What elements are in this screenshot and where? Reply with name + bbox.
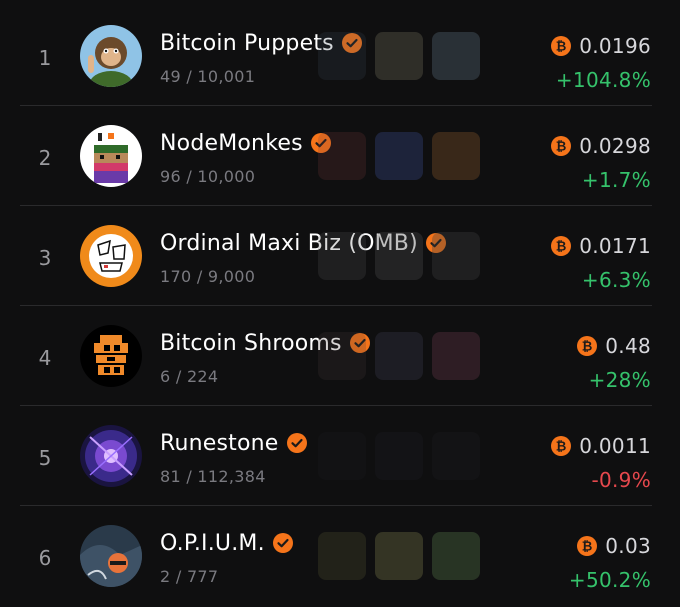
- svg-text:₿: ₿: [582, 540, 593, 555]
- thumbnail-strip: [318, 232, 480, 280]
- nft-thumbnail: [318, 232, 366, 280]
- rank-number: 6: [38, 546, 52, 570]
- nft-thumbnail: [432, 532, 480, 580]
- nft-thumbnail: [375, 332, 423, 380]
- listed-count: 96 / 10,000: [160, 167, 256, 186]
- rank-number: 5: [38, 446, 52, 470]
- floor-price: 0.0196: [579, 34, 651, 58]
- svg-text:₿: ₿: [556, 440, 567, 455]
- bitcoin-icon: ₿: [551, 236, 572, 256]
- collection-name[interactable]: O.P.I.U.M.: [160, 531, 265, 556]
- collection-avatar[interactable]: [80, 125, 142, 187]
- rank-number: 1: [38, 46, 52, 70]
- bitcoin-icon: ₿: [551, 436, 572, 456]
- nft-thumbnail: [318, 432, 366, 480]
- thumbnail-strip: [318, 432, 480, 480]
- rank-number: 4: [38, 346, 52, 370]
- nft-thumbnail: [375, 232, 423, 280]
- thumbnail-strip: [318, 132, 480, 180]
- thumbnail-strip: [318, 332, 480, 380]
- collection-row[interactable]: 3 Ordinal Maxi Biz (OMB) 170 / 9,000 ₿ 0…: [0, 206, 680, 306]
- collection-avatar[interactable]: [80, 325, 142, 387]
- bitcoin-icon: ₿: [551, 136, 572, 156]
- rank-number: 3: [38, 246, 52, 270]
- listed-count: 170 / 9,000: [160, 267, 256, 286]
- nft-thumbnail: [432, 432, 480, 480]
- rank-number: 2: [38, 146, 52, 170]
- collection-name[interactable]: Runestone: [160, 431, 279, 456]
- floor-price: 0.48: [605, 334, 651, 358]
- price-change: +28%: [588, 368, 651, 392]
- verified-badge-icon: [286, 433, 307, 453]
- bitcoin-icon: ₿: [577, 536, 598, 556]
- collection-avatar[interactable]: [80, 25, 142, 87]
- nft-thumbnail: [432, 332, 480, 380]
- collection-row[interactable]: 5 Runestone 81 / 112,384 ₿ 0.0011 -0.9%: [0, 406, 680, 506]
- collection-row[interactable]: 1 Bitcoin Puppets 49 / 10,001 ₿ 0.0196 +…: [0, 6, 680, 106]
- svg-text:₿: ₿: [556, 240, 567, 255]
- collection-row[interactable]: 4 Bitcoin Shrooms 6 / 224 ₿ 0.48 +28%: [0, 306, 680, 406]
- price-change: +6.3%: [581, 268, 651, 292]
- collection-row[interactable]: 6 O.P.I.U.M. 2 / 777 ₿ 0.03 +50.2%: [0, 506, 680, 606]
- price-change: +50.2%: [568, 568, 651, 592]
- svg-text:₿: ₿: [582, 340, 593, 355]
- floor-price: 0.0011: [579, 434, 651, 458]
- listed-count: 49 / 10,001: [160, 67, 256, 86]
- listed-count: 2 / 777: [160, 567, 219, 586]
- floor-price: 0.0298: [579, 134, 651, 158]
- floor-price: 0.0171: [579, 234, 651, 258]
- bitcoin-icon: ₿: [551, 36, 572, 56]
- collection-list: 1 Bitcoin Puppets 49 / 10,001 ₿ 0.0196 +…: [0, 0, 680, 607]
- collection-name[interactable]: Bitcoin Puppets: [160, 31, 334, 56]
- listed-count: 6 / 224: [160, 367, 219, 386]
- nft-thumbnail: [375, 432, 423, 480]
- nft-thumbnail: [318, 32, 366, 80]
- collection-row[interactable]: 2 NodeMonkes 96 / 10,000 ₿ 0.0298 +1.7%: [0, 106, 680, 206]
- nft-thumbnail: [375, 32, 423, 80]
- collection-avatar[interactable]: [80, 225, 142, 287]
- collection-name[interactable]: NodeMonkes: [160, 131, 303, 156]
- nft-thumbnail: [318, 532, 366, 580]
- bitcoin-icon: ₿: [577, 336, 598, 356]
- nft-thumbnail: [318, 132, 366, 180]
- floor-price: 0.03: [605, 534, 651, 558]
- nft-thumbnail: [318, 332, 366, 380]
- price-change: +1.7%: [581, 168, 651, 192]
- svg-text:₿: ₿: [556, 40, 567, 55]
- nft-thumbnail: [432, 32, 480, 80]
- nft-thumbnail: [375, 132, 423, 180]
- nft-thumbnail: [432, 132, 480, 180]
- price-change: -0.9%: [591, 468, 651, 492]
- nft-thumbnail: [432, 232, 480, 280]
- collection-avatar[interactable]: [80, 525, 142, 587]
- thumbnail-strip: [318, 532, 480, 580]
- price-change: +104.8%: [555, 68, 651, 92]
- collection-name[interactable]: Bitcoin Shrooms: [160, 331, 342, 356]
- verified-badge-icon: [272, 533, 293, 553]
- listed-count: 81 / 112,384: [160, 467, 266, 486]
- svg-text:₿: ₿: [556, 140, 567, 155]
- thumbnail-strip: [318, 32, 480, 80]
- nft-thumbnail: [375, 532, 423, 580]
- collection-avatar[interactable]: [80, 425, 142, 487]
